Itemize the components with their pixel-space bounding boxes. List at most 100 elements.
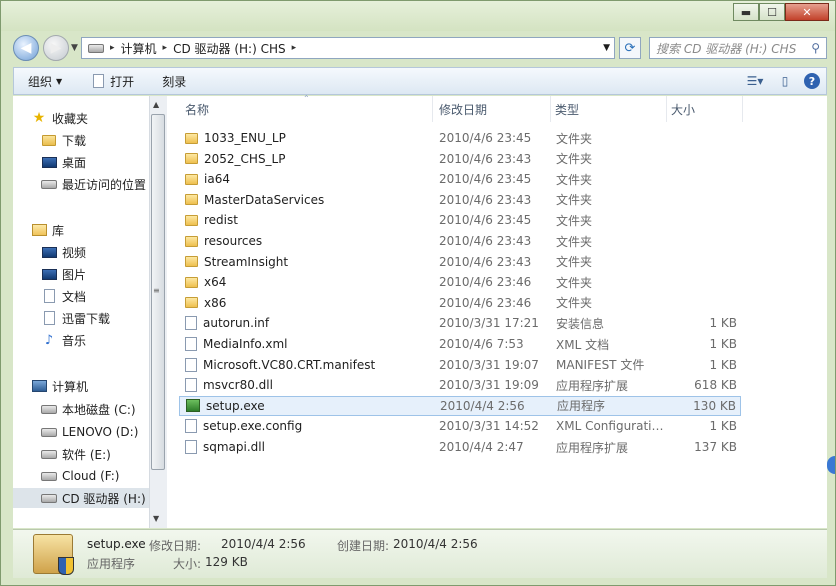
open-icon	[90, 74, 106, 88]
file-date: 2010/3/31 17:21	[439, 316, 539, 331]
file-name-cell: redist	[185, 213, 238, 227]
nav-pictures[interactable]: 图片	[41, 264, 86, 284]
file-type: 应用程序扩展	[556, 378, 629, 393]
nav-xunlei-downloads[interactable]: 迅雷下载	[41, 308, 110, 328]
nav-libraries[interactable]: 库	[31, 220, 64, 240]
breadcrumb-computer[interactable]: 计算机	[121, 40, 157, 57]
file-row[interactable]: setup.exe.config 2010/3/31 14:52 XML Confi…	[179, 416, 741, 436]
breadcrumb-cd-drive[interactable]: CD 驱动器 (H:) CHS	[173, 40, 286, 57]
file-row[interactable]: MediaInfo.xml 2010/4/6 7:53 XML 文档 1 KB	[179, 334, 741, 354]
file-row[interactable]: 2052_CHS_LP 2010/4/6 23:43 文件夹	[179, 149, 741, 169]
nav-label: 下载	[62, 133, 87, 148]
nav-computer[interactable]: 计算机	[31, 376, 88, 396]
nav-drive-h[interactable]: CD 驱动器 (H:) C	[13, 488, 161, 508]
breadcrumb-separator-icon[interactable]: ▸	[163, 43, 168, 53]
file-row[interactable]: setup.exe 2010/4/4 2:56 应用程序 130 KB	[179, 395, 741, 416]
nav-label: 迅雷下载	[62, 311, 111, 326]
side-handle[interactable]	[827, 456, 835, 474]
view-options-icon[interactable]: ☰▾	[744, 71, 766, 91]
exe-file-icon	[186, 399, 200, 413]
nav-recent-places[interactable]: 最近访问的位置	[41, 174, 146, 194]
cd-drive-icon	[41, 491, 57, 505]
scroll-up-icon[interactable]: ▲	[153, 100, 159, 109]
organize-label: 组织	[28, 74, 53, 89]
file-row[interactable]: resources 2010/4/6 23:43 文件夹	[179, 231, 741, 251]
nav-documents[interactable]: 文档	[41, 286, 86, 306]
file-row[interactable]: autorun.inf 2010/3/31 17:21 安装信息 1 KB	[179, 313, 741, 333]
folder-icon	[185, 194, 198, 206]
file-name: msvcr80.dll	[203, 378, 273, 393]
nav-favorites[interactable]: ★ 收藏夹	[31, 108, 88, 128]
nav-drive-d[interactable]: LENOVO (D:)	[41, 422, 138, 442]
file-row[interactable]: ia64 2010/4/6 23:45 文件夹	[179, 169, 741, 189]
maximize-button[interactable]: ☐	[759, 3, 785, 21]
details-size-value: 129 KB	[205, 555, 248, 569]
help-icon[interactable]: ?	[804, 73, 820, 89]
organize-button[interactable]: 组织 ▼	[14, 73, 76, 90]
folder-icon	[185, 132, 198, 144]
address-row: ◀ ▶ ▼ ▸ 计算机 ▸ CD 驱动器 (H:) CHS ▸ ▼ ⟳ 搜索 C…	[1, 31, 835, 65]
drive-icon	[41, 425, 57, 439]
file-row[interactable]: msvcr80.dll 2010/3/31 19:09 应用程序扩展 618 KB	[179, 375, 741, 395]
column-headers: ⌃ 名称 修改日期 类型 大小	[167, 94, 827, 122]
burn-button[interactable]: 刻录	[148, 73, 200, 90]
file-name-cell: 2052_CHS_LP	[185, 152, 285, 166]
video-library-icon	[41, 245, 57, 259]
search-icon[interactable]: ⚲	[811, 41, 820, 55]
preview-pane-icon[interactable]: ▯	[774, 71, 796, 91]
back-button[interactable]: ◀	[13, 35, 39, 61]
nav-label: 收藏夹	[52, 111, 89, 126]
file-size: 1 KB	[709, 337, 737, 351]
nav-label: 视频	[62, 245, 87, 260]
file-row[interactable]: MasterDataServices 2010/4/6 23:43 文件夹	[179, 190, 741, 210]
file-date: 2010/3/31 19:09	[439, 378, 539, 393]
nav-music[interactable]: ♪ 音乐	[41, 330, 86, 350]
open-button[interactable]: 打开	[76, 73, 148, 90]
refresh-button[interactable]: ⟳	[619, 37, 641, 59]
minimize-button[interactable]: ▬	[733, 3, 759, 21]
nav-label: 音乐	[62, 333, 87, 348]
file-name-cell: setup.exe	[186, 399, 265, 413]
file-name: setup.exe	[206, 398, 265, 413]
breadcrumb-separator-icon[interactable]: ▸	[110, 43, 115, 53]
file-name: x86	[204, 295, 227, 310]
nav-drive-f[interactable]: Cloud (F:)	[41, 466, 119, 486]
nav-label: 最近访问的位置	[62, 177, 147, 192]
file-row[interactable]: Microsoft.VC80.CRT.manifest 2010/3/31 19:…	[179, 355, 741, 375]
file-type: 文件夹	[556, 296, 593, 311]
nav-label: 计算机	[52, 379, 89, 394]
file-type: XML 文档	[556, 337, 610, 352]
file-name: autorun.inf	[203, 316, 270, 331]
file-size: 137 KB	[694, 440, 737, 454]
breadcrumb-separator-icon[interactable]: ▸	[292, 43, 297, 53]
file-list: ⌃ 名称 修改日期 类型 大小 1033_ENU_LP 2010/4/6 23:4…	[167, 94, 827, 528]
address-dropdown-icon[interactable]: ▼	[603, 43, 610, 53]
nav-label: Cloud (F:)	[62, 469, 120, 483]
folder-icon	[185, 256, 198, 268]
file-type: 文件夹	[556, 275, 593, 290]
nav-scrollbar[interactable]: ▲ ≡ ▼	[149, 96, 167, 528]
file-type: MANIFEST 文件	[556, 358, 645, 373]
nav-downloads[interactable]: 下载	[41, 130, 86, 150]
close-button[interactable]: ✕	[785, 3, 829, 21]
nav-drive-e[interactable]: 软件 (E:)	[41, 444, 111, 464]
scroll-down-icon[interactable]: ▼	[153, 514, 159, 523]
nav-desktop[interactable]: 桌面	[41, 152, 86, 172]
file-row[interactable]: x86 2010/4/6 23:46 文件夹	[179, 293, 741, 313]
address-bar[interactable]: ▸ 计算机 ▸ CD 驱动器 (H:) CHS ▸ ▼	[81, 37, 615, 59]
file-row[interactable]: sqmapi.dll 2010/4/4 2:47 应用程序扩展 137 KB	[179, 437, 741, 457]
nav-drive-c[interactable]: 本地磁盘 (C:)	[41, 399, 136, 419]
search-input[interactable]: 搜索 CD 驱动器 (H:) CHS ⚲	[649, 37, 827, 59]
column-size[interactable]: 大小	[667, 96, 743, 122]
file-row[interactable]: redist 2010/4/6 23:45 文件夹	[179, 210, 741, 230]
file-row[interactable]: x64 2010/4/6 23:46 文件夹	[179, 272, 741, 292]
file-row[interactable]: 1033_ENU_LP 2010/4/6 23:45 文件夹	[179, 128, 741, 148]
forward-button[interactable]: ▶	[43, 35, 69, 61]
column-type[interactable]: 类型	[551, 96, 667, 122]
file-name-cell: x86	[185, 296, 226, 310]
nav-videos[interactable]: 视频	[41, 242, 86, 262]
column-name[interactable]: 名称	[181, 96, 433, 122]
file-row[interactable]: StreamInsight 2010/4/6 23:43 文件夹	[179, 252, 741, 272]
column-modified[interactable]: 修改日期	[435, 96, 551, 122]
file-name: MasterDataServices	[204, 192, 325, 207]
